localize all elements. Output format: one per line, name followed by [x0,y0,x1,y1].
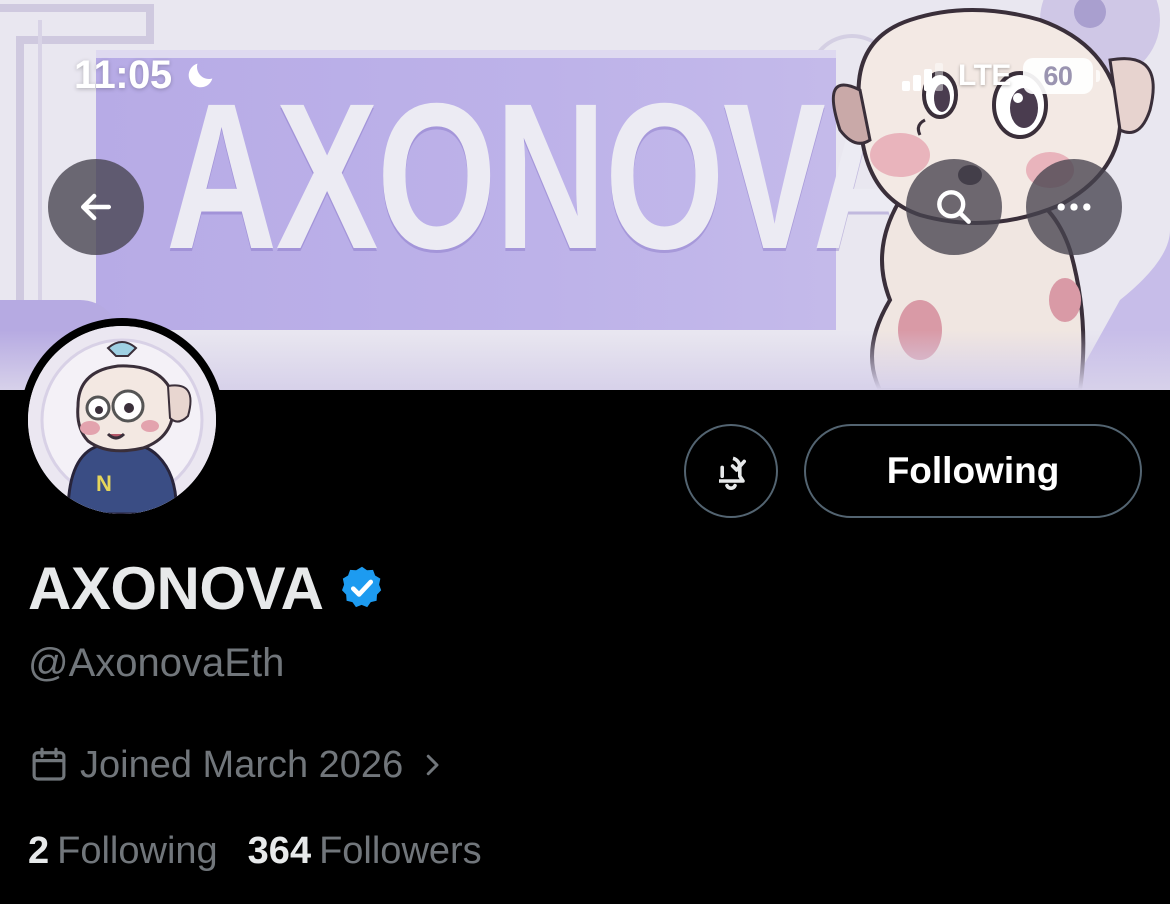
battery-level: 60 [1043,60,1073,91]
battery-indicator: 60 [1022,58,1100,94]
calendar-icon [32,747,66,781]
back-button[interactable] [48,159,144,255]
display-name: AXONOVA [28,554,324,622]
following-count: 2 [28,829,50,872]
followers-count: 364 [247,829,312,872]
followers-label: Followers [319,829,482,872]
user-handle: @AxonovaEth [28,641,285,685]
signal-icon [902,63,943,91]
followers-stat[interactable]: 364 Followers [248,830,482,873]
search-button[interactable] [906,159,1002,255]
chevron-right-icon [426,754,439,776]
notifications-button[interactable] [684,424,778,518]
status-indicators: LTE 60 [900,56,1100,96]
avatar[interactable]: N [28,326,216,514]
display-name-row: AXONOVA [28,554,387,622]
more-horizontal-icon [1057,203,1091,211]
arrow-left-icon [80,193,112,221]
moon-icon [188,63,212,88]
banner-wordmark: AXONOVA [166,61,924,293]
follow-stats: 2 Following 364 Followers [28,826,482,876]
verified-badge-icon[interactable] [337,563,387,613]
status-time-text: 11:05 [74,52,172,97]
more-button[interactable] [1026,159,1122,255]
following-label: Following [57,829,218,872]
avatar-mascot-art: N [28,326,216,514]
status-time: 11:05 [74,52,218,98]
network-label: LTE [958,59,1011,92]
search-icon [937,190,971,224]
joined-date-row[interactable]: Joined March 2026 [28,740,447,790]
svg-text:N: N [96,471,112,496]
following-button[interactable]: Following [804,424,1142,518]
bell-check-icon [719,456,746,490]
joined-date: Joined March 2026 [80,743,404,786]
following-stat[interactable]: 2 Following [28,830,218,873]
